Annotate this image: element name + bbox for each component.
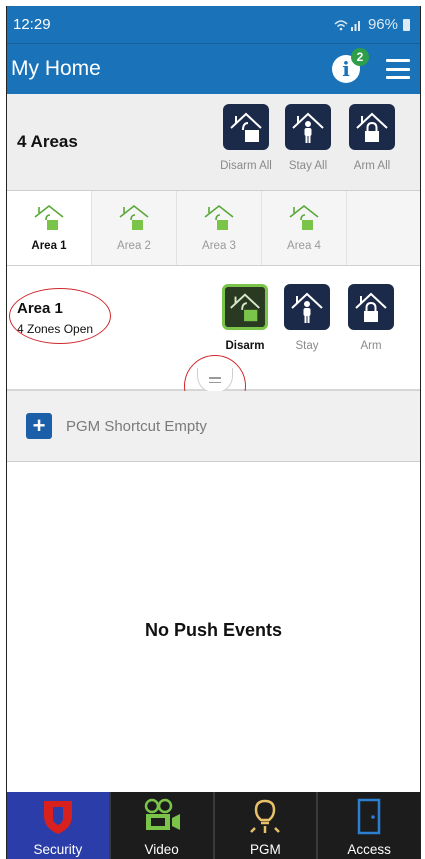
nav-security[interactable]: Security xyxy=(7,792,109,859)
video-camera-icon xyxy=(144,798,180,830)
bottom-nav: Security Video PGM Access xyxy=(7,792,420,859)
app-bar: My Home i 2 xyxy=(7,44,420,94)
stay-all-label: Stay All xyxy=(288,160,328,172)
menu-icon[interactable] xyxy=(386,59,410,79)
house-unlocked-icon xyxy=(34,204,64,230)
house-locked-icon xyxy=(356,112,388,142)
empty-events-message: No Push Events xyxy=(144,620,283,640)
tab-area-2[interactable]: Area 2 xyxy=(92,191,177,265)
areas-summary: 4 Areas Disarm All Stay All Arm All xyxy=(7,94,420,191)
house-person-icon xyxy=(291,292,323,323)
stay-label: Stay xyxy=(295,340,319,352)
pgm-shortcut-label: PGM Shortcut Empty xyxy=(66,417,207,435)
house-unlocked-icon xyxy=(230,112,262,142)
house-unlocked-icon xyxy=(119,204,149,230)
nav-pgm[interactable]: PGM xyxy=(212,792,317,859)
battery-level: 96% xyxy=(367,16,398,33)
tab-label: Area 3 xyxy=(202,240,236,252)
page-title: My Home xyxy=(11,57,101,80)
wifi-signal-icon xyxy=(334,19,360,31)
nav-label: Access xyxy=(347,842,391,857)
add-pgm-button[interactable]: + xyxy=(26,413,52,439)
house-unlocked-icon xyxy=(289,204,319,230)
events-panel: No Push Events xyxy=(7,462,420,792)
arm-button[interactable]: Arm xyxy=(341,284,401,352)
stay-button[interactable]: Stay xyxy=(277,284,337,352)
tab-area-3[interactable]: Area 3 xyxy=(177,191,262,265)
house-unlocked-icon xyxy=(230,293,260,322)
tab-label: Area 2 xyxy=(117,240,151,252)
disarm-all-label: Disarm All xyxy=(220,160,272,172)
pgm-shortcut-row[interactable]: + PGM Shortcut Empty xyxy=(7,391,420,462)
battery-icon xyxy=(403,18,410,31)
notification-badge: 2 xyxy=(351,48,369,66)
nav-label: Video xyxy=(144,842,179,857)
nav-label: Security xyxy=(33,842,83,857)
arm-all-label: Arm All xyxy=(353,160,391,172)
shield-icon xyxy=(43,801,72,834)
info-button[interactable]: i 2 xyxy=(332,48,369,83)
tab-area-1[interactable]: Area 1 xyxy=(7,191,92,265)
arm-label: Arm xyxy=(360,340,382,352)
annotation-ellipse xyxy=(9,288,111,344)
app-screen: 12:29 96% My Home i 2 4 Areas Disarm All… xyxy=(6,6,421,859)
disarm-button[interactable]: Disarm xyxy=(215,284,275,352)
tab-area-4[interactable]: Area 4 xyxy=(262,191,347,265)
nav-access[interactable]: Access xyxy=(316,792,420,859)
arm-all-button[interactable]: Arm All xyxy=(342,104,402,172)
info-icon: i xyxy=(342,57,350,81)
status-time: 12:29 xyxy=(13,16,51,33)
house-unlocked-icon xyxy=(204,204,234,230)
door-icon xyxy=(357,798,381,835)
house-locked-icon xyxy=(355,292,387,322)
house-person-icon xyxy=(292,112,324,143)
disarm-all-button[interactable]: Disarm All xyxy=(216,104,276,172)
status-bar: 12:29 96% xyxy=(7,6,420,44)
stay-all-button[interactable]: Stay All xyxy=(278,104,338,172)
light-bulb-icon xyxy=(250,799,281,833)
tab-label: Area 1 xyxy=(31,240,67,252)
disarm-label: Disarm xyxy=(225,340,265,352)
nav-label: PGM xyxy=(249,842,281,857)
nav-video[interactable]: Video xyxy=(108,792,213,859)
area-tabs: Area 1 Area 2 Area 3 Area 4 xyxy=(7,191,420,266)
areas-count-label: 4 Areas xyxy=(17,132,78,151)
tab-label: Area 4 xyxy=(287,240,321,252)
